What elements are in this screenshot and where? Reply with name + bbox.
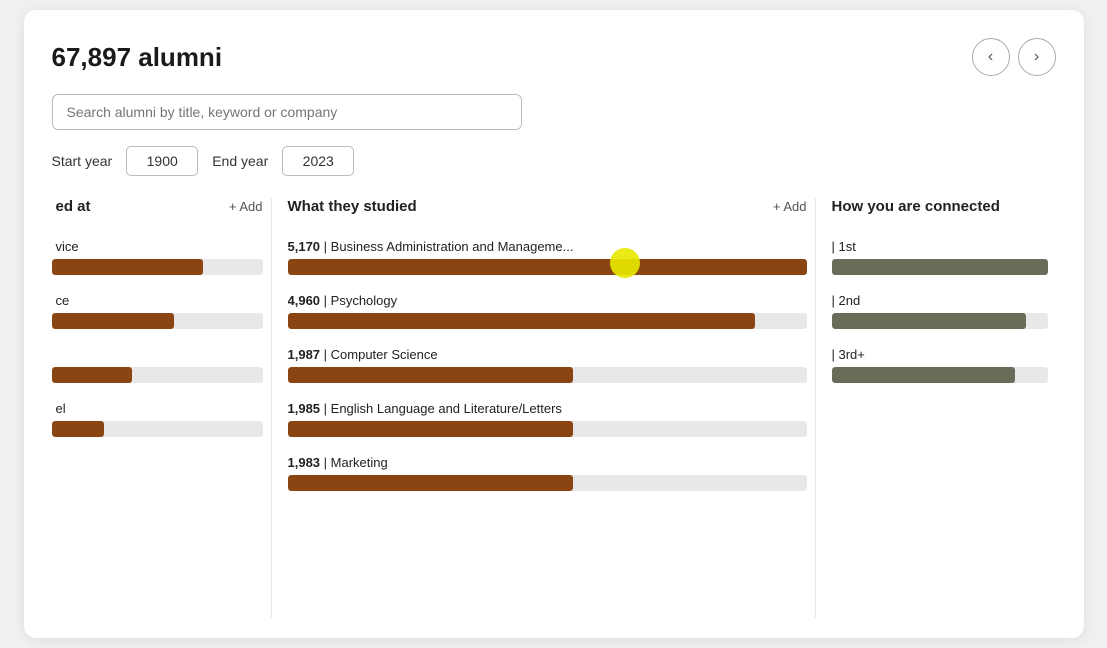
bar-track bbox=[52, 313, 263, 329]
bar-track bbox=[832, 259, 1048, 275]
list-item: ce bbox=[52, 293, 263, 329]
bar-fill bbox=[832, 259, 1048, 275]
bar-fill bbox=[832, 313, 1026, 329]
col2-add-button[interactable]: + Add bbox=[773, 199, 807, 214]
col1-header: ed at + Add bbox=[52, 198, 263, 221]
bar-label: vice bbox=[52, 239, 263, 254]
list-item: 1,985 | English Language and Literature/… bbox=[288, 401, 807, 437]
bar-fill bbox=[52, 421, 105, 437]
alumni-count: 67,897 alumni bbox=[52, 42, 223, 73]
search-input[interactable] bbox=[52, 94, 522, 130]
columns-row: ed at + Add vice ce bbox=[52, 198, 1056, 618]
bar-fill bbox=[52, 313, 174, 329]
bar-fill bbox=[52, 259, 204, 275]
bar-track bbox=[832, 313, 1048, 329]
end-year-input[interactable] bbox=[282, 146, 354, 176]
bar-track bbox=[832, 367, 1048, 383]
end-year-label: End year bbox=[212, 153, 268, 169]
bar-label: el bbox=[52, 401, 263, 416]
bar-fill bbox=[288, 367, 573, 383]
bar-label bbox=[52, 347, 263, 362]
col3-title: How you are connected bbox=[832, 198, 1000, 215]
bar-fill bbox=[832, 367, 1016, 383]
bar-fill bbox=[288, 259, 807, 275]
bar-label: | 1st bbox=[832, 239, 1048, 254]
bar-track bbox=[52, 367, 263, 383]
list-item: 5,170 | Business Administration and Mana… bbox=[288, 239, 807, 275]
nav-buttons: ‹ › bbox=[972, 38, 1056, 76]
bar-track bbox=[52, 421, 263, 437]
bar-track bbox=[288, 421, 807, 437]
bar-fill bbox=[288, 421, 573, 437]
bar-label: 1,985 | English Language and Literature/… bbox=[288, 401, 807, 416]
header-row: 67,897 alumni ‹ › bbox=[52, 38, 1056, 76]
bar-label: | 3rd+ bbox=[832, 347, 1048, 362]
bar-label: 1,983 | Marketing bbox=[288, 455, 807, 470]
bar-label: 4,960 | Psychology bbox=[288, 293, 807, 308]
col1-title: ed at bbox=[52, 198, 91, 215]
list-item: | 2nd bbox=[832, 293, 1048, 329]
bar-track bbox=[288, 313, 807, 329]
col3-header: How you are connected bbox=[832, 198, 1048, 221]
bar-label: 1,987 | Computer Science bbox=[288, 347, 807, 362]
bar-track bbox=[288, 475, 807, 491]
bar-fill bbox=[52, 367, 132, 383]
bar-label: ce bbox=[52, 293, 263, 308]
list-item: | 3rd+ bbox=[832, 347, 1048, 383]
bar-label: 5,170 | Business Administration and Mana… bbox=[288, 239, 807, 254]
bar-track bbox=[288, 367, 807, 383]
col2-title: What they studied bbox=[288, 198, 417, 215]
list-item: vice bbox=[52, 239, 263, 275]
list-item bbox=[52, 347, 263, 383]
start-year-input[interactable] bbox=[126, 146, 198, 176]
bar-track bbox=[288, 259, 807, 275]
list-item: 1,987 | Computer Science bbox=[288, 347, 807, 383]
bar-fill bbox=[288, 475, 573, 491]
col1-add-button[interactable]: + Add bbox=[229, 199, 263, 214]
year-row: Start year End year bbox=[52, 146, 1056, 176]
alumni-card: 67,897 alumni ‹ › Start year End year ed… bbox=[24, 10, 1084, 638]
bar-track bbox=[52, 259, 263, 275]
start-year-label: Start year bbox=[52, 153, 113, 169]
list-item: el bbox=[52, 401, 263, 437]
bar-fill bbox=[288, 313, 755, 329]
nav-prev-button[interactable]: ‹ bbox=[972, 38, 1010, 76]
col2-header: What they studied + Add bbox=[288, 198, 807, 221]
list-item: 4,960 | Psychology bbox=[288, 293, 807, 329]
list-item: | 1st bbox=[832, 239, 1048, 275]
col-connected: How you are connected | 1st | 2nd | 3rd+ bbox=[816, 198, 1056, 618]
list-item: 1,983 | Marketing bbox=[288, 455, 807, 491]
bar-label: | 2nd bbox=[832, 293, 1048, 308]
nav-next-button[interactable]: › bbox=[1018, 38, 1056, 76]
col-studied: What they studied + Add 5,170 | Business… bbox=[272, 198, 816, 618]
col-worked-at: ed at + Add vice ce bbox=[52, 198, 272, 618]
